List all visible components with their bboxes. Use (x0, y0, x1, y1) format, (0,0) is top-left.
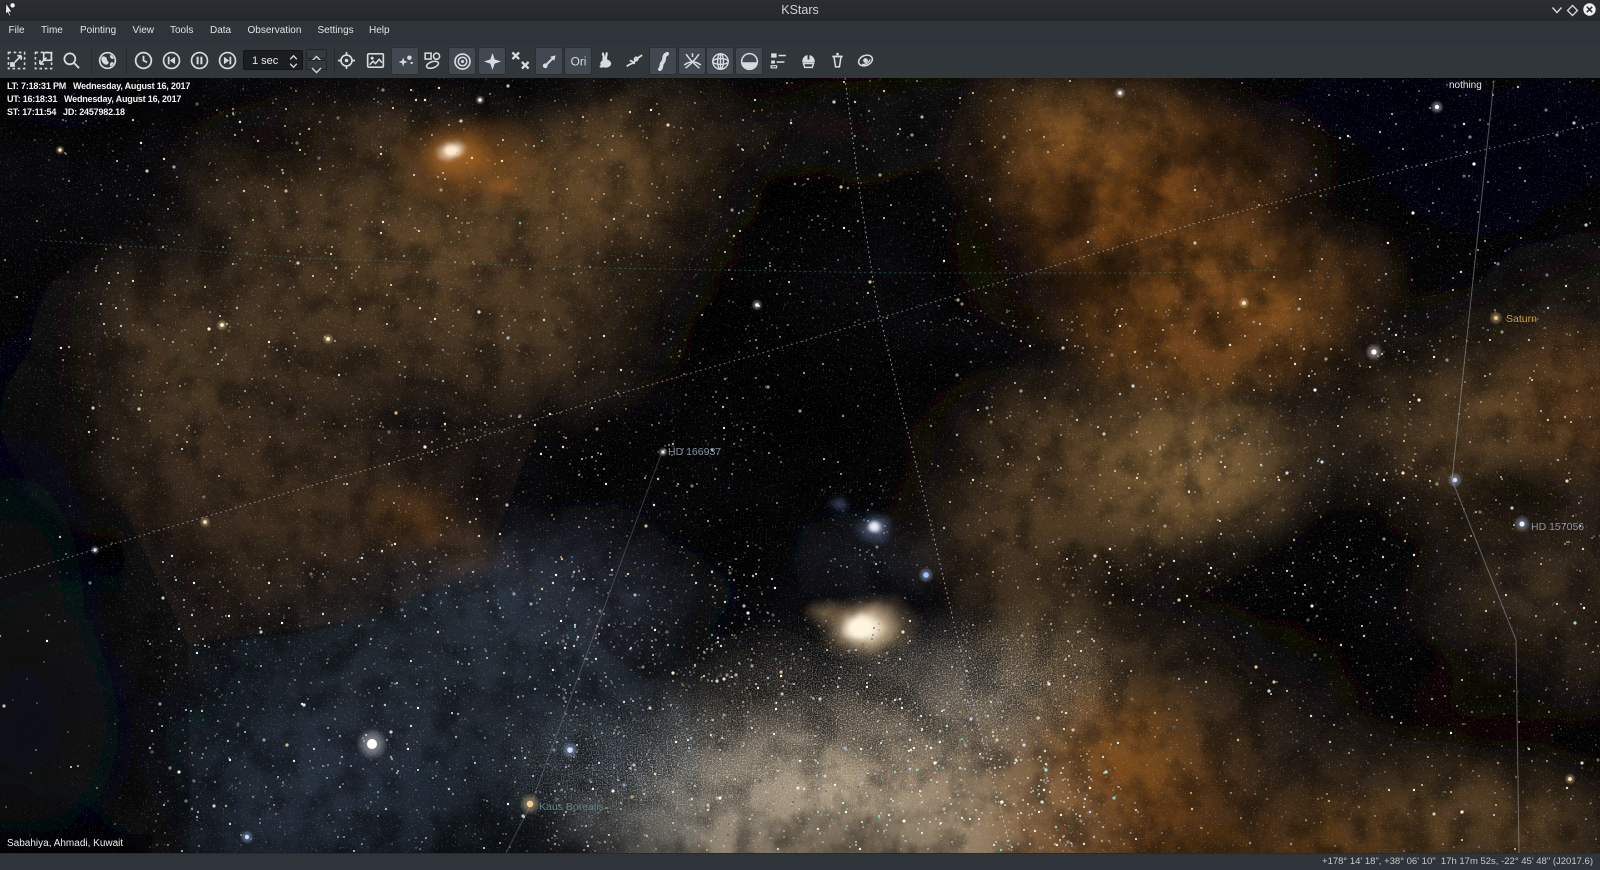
svg-text:Ori: Ori (570, 55, 586, 69)
